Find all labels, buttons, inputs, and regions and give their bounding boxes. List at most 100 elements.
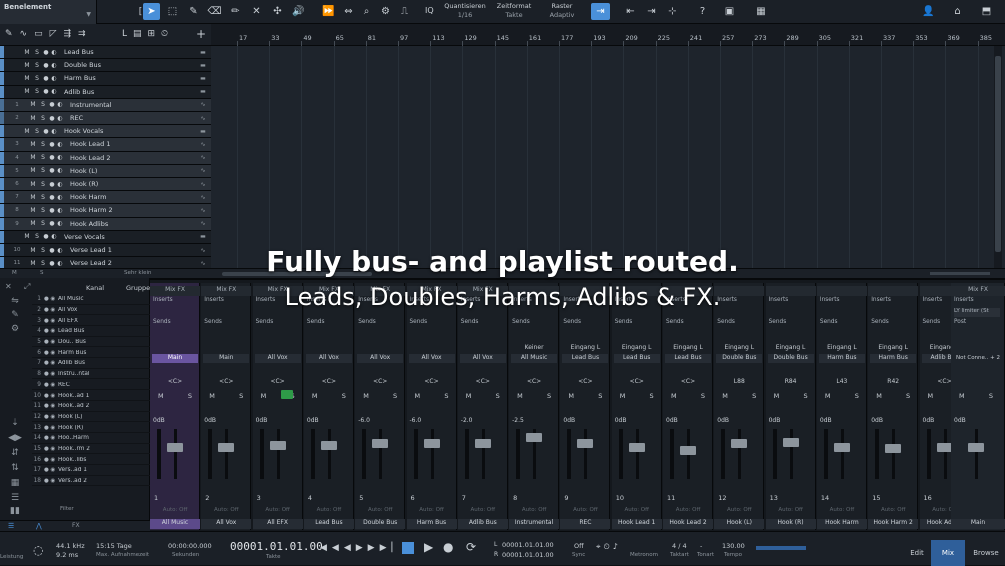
input-select[interactable]: Eingang L (562, 344, 608, 353)
solo-button[interactable]: S (188, 392, 192, 400)
output-select[interactable]: Lead Bus (562, 354, 609, 363)
output-select[interactable]: Main (152, 354, 198, 363)
horizontal-scrollbar[interactable] (222, 272, 372, 276)
channel-list-item[interactable]: 3 ● ◉ All EFX (32, 316, 150, 326)
track-name[interactable]: REC (64, 114, 195, 122)
sends-label[interactable]: Sends (153, 319, 197, 329)
strip-name[interactable]: Adlib Bus (457, 519, 508, 529)
mute-button[interactable]: M (261, 392, 267, 400)
channel-list-item[interactable]: 6 ● ◉ Harm Bus (32, 349, 150, 359)
solo-button[interactable]: S (444, 392, 448, 400)
eraser-tool-icon[interactable]: ⌫ (206, 3, 223, 20)
mix-fx-label[interactable]: Mix FX (252, 286, 303, 296)
pan-value[interactable]: <C> (407, 378, 457, 385)
track-name[interactable]: Verse Vocals (58, 233, 195, 241)
zoom-slider[interactable] (930, 272, 990, 275)
io-icon[interactable]: ⇋ (4, 296, 26, 306)
mute-button[interactable]: M (28, 141, 38, 148)
strip-name[interactable]: Hook Lead 2 (663, 519, 713, 529)
mute-button[interactable]: M (620, 392, 626, 400)
fader-track[interactable] (379, 429, 383, 479)
inserts-label[interactable]: Inserts (461, 297, 505, 307)
pan-value[interactable]: <C> (509, 378, 559, 385)
monitor-icon[interactable]: ◐ (50, 62, 58, 69)
mute-button[interactable]: M (22, 128, 32, 135)
automation-mode[interactable]: Auto: Off (355, 507, 405, 513)
range-tool-icon[interactable]: ⬚ (164, 3, 181, 20)
solo-button[interactable]: S (32, 62, 42, 69)
channel-list-item[interactable]: 9 ● ◉ REC (32, 381, 150, 391)
record-arm-icon[interactable]: ● (48, 220, 56, 227)
marker-icon[interactable]: ⊹ (664, 3, 681, 20)
strip-name[interactable]: Hook Harm (816, 519, 867, 529)
pan-value[interactable]: <C> (612, 378, 662, 385)
fader-track[interactable] (789, 429, 793, 479)
input-select[interactable]: Eingang L (665, 344, 711, 353)
sends-label[interactable]: Sends (717, 319, 761, 329)
output-select[interactable]: All Vox (305, 354, 352, 363)
home-icon[interactable]: ⌂ (949, 3, 966, 20)
record-arm-icon[interactable]: ● (48, 115, 56, 122)
automation-mode[interactable]: Auto: Off (253, 507, 303, 513)
solo-button[interactable]: S (38, 260, 48, 267)
mute-button[interactable]: M (28, 194, 38, 201)
record-enable-button[interactable] (280, 390, 293, 399)
monitor-icon[interactable]: ◐ (56, 260, 64, 267)
master-fader-cap[interactable] (968, 443, 984, 452)
record-arm-icon[interactable]: ● (48, 167, 56, 174)
fader-cap[interactable] (782, 438, 799, 447)
bend-tool-icon[interactable]: ✣ (269, 3, 286, 20)
output-select[interactable]: All Vox (357, 354, 404, 363)
fader-cap[interactable] (218, 443, 235, 452)
sends-label[interactable]: Sends (410, 319, 454, 329)
mix-fx-label[interactable] (611, 286, 662, 296)
solo-button[interactable]: S (855, 392, 859, 400)
mute-button[interactable]: M (22, 62, 32, 69)
mix-fx-label[interactable] (663, 286, 713, 296)
mute-button[interactable]: M (28, 181, 38, 188)
track-row[interactable]: M S ● ◐ Lead Bus ▬ (0, 46, 211, 60)
add-track-icon[interactable]: + (196, 27, 206, 41)
inserts-label[interactable]: Inserts (153, 297, 197, 307)
sends-label[interactable]: Sends (204, 319, 248, 329)
solo-button[interactable]: S (803, 392, 807, 400)
channel-list-item[interactable]: 14 ● ◉ Hoo..Harm (32, 434, 150, 444)
mix-fx-label[interactable]: Mix FX (355, 286, 406, 296)
strip-name[interactable]: Harm Bus (406, 519, 457, 529)
fader-track[interactable] (276, 429, 280, 479)
inserts-label[interactable]: Inserts (615, 297, 659, 307)
solo-button[interactable]: S (32, 75, 42, 82)
tempo-value[interactable]: 130.00 (722, 542, 745, 550)
solo-button[interactable]: S (38, 247, 48, 254)
fader-track[interactable] (225, 429, 229, 479)
inserts-label[interactable]: Inserts (820, 297, 864, 307)
pan-value[interactable]: L43 (817, 378, 867, 385)
automation-mode[interactable]: Auto: Off (868, 507, 918, 513)
timebase-field[interactable]: Zeitformat Takte (494, 2, 534, 20)
solo-button[interactable]: S (38, 207, 48, 214)
fader-track[interactable] (892, 429, 896, 479)
track-name[interactable]: Hook Lead 2 (64, 154, 195, 162)
pan-value[interactable]: <C> (458, 378, 508, 385)
zoom-icon[interactable]: ⌕ (358, 3, 375, 20)
automation-mode[interactable]: Auto: Off (560, 507, 610, 513)
channel-visibility-icon[interactable]: ● ◉ (44, 435, 58, 441)
record-arm-icon[interactable]: ● (48, 101, 56, 108)
channel-list-item[interactable]: 10 ● ◉ Hook..ad 1 (32, 391, 150, 401)
inserts-label[interactable]: Inserts (769, 297, 813, 307)
strip-name[interactable]: Lead Bus (303, 519, 354, 529)
output-select[interactable]: All Vox (408, 354, 455, 363)
track-view-icons[interactable]: L▤⊞⏲ (122, 29, 174, 39)
snap-field[interactable]: Raster Adaptiv (542, 2, 582, 20)
output-select[interactable]: All Vox (254, 354, 301, 363)
input-select[interactable] (203, 344, 249, 353)
solo-button[interactable]: S (38, 154, 48, 161)
track-row[interactable]: 4 M S ● ◐ Hook Lead 2 ∿ (0, 151, 211, 165)
video-icon[interactable]: ▣ (721, 3, 738, 20)
sends-label[interactable]: Sends (615, 319, 659, 329)
track-name[interactable]: Hook Adlibs (64, 220, 195, 228)
mute-button[interactable]: M (22, 233, 32, 240)
mute-button[interactable]: M (28, 260, 38, 267)
solo-button[interactable]: S (650, 392, 654, 400)
channel-visibility-icon[interactable]: ● ◉ (44, 446, 58, 452)
